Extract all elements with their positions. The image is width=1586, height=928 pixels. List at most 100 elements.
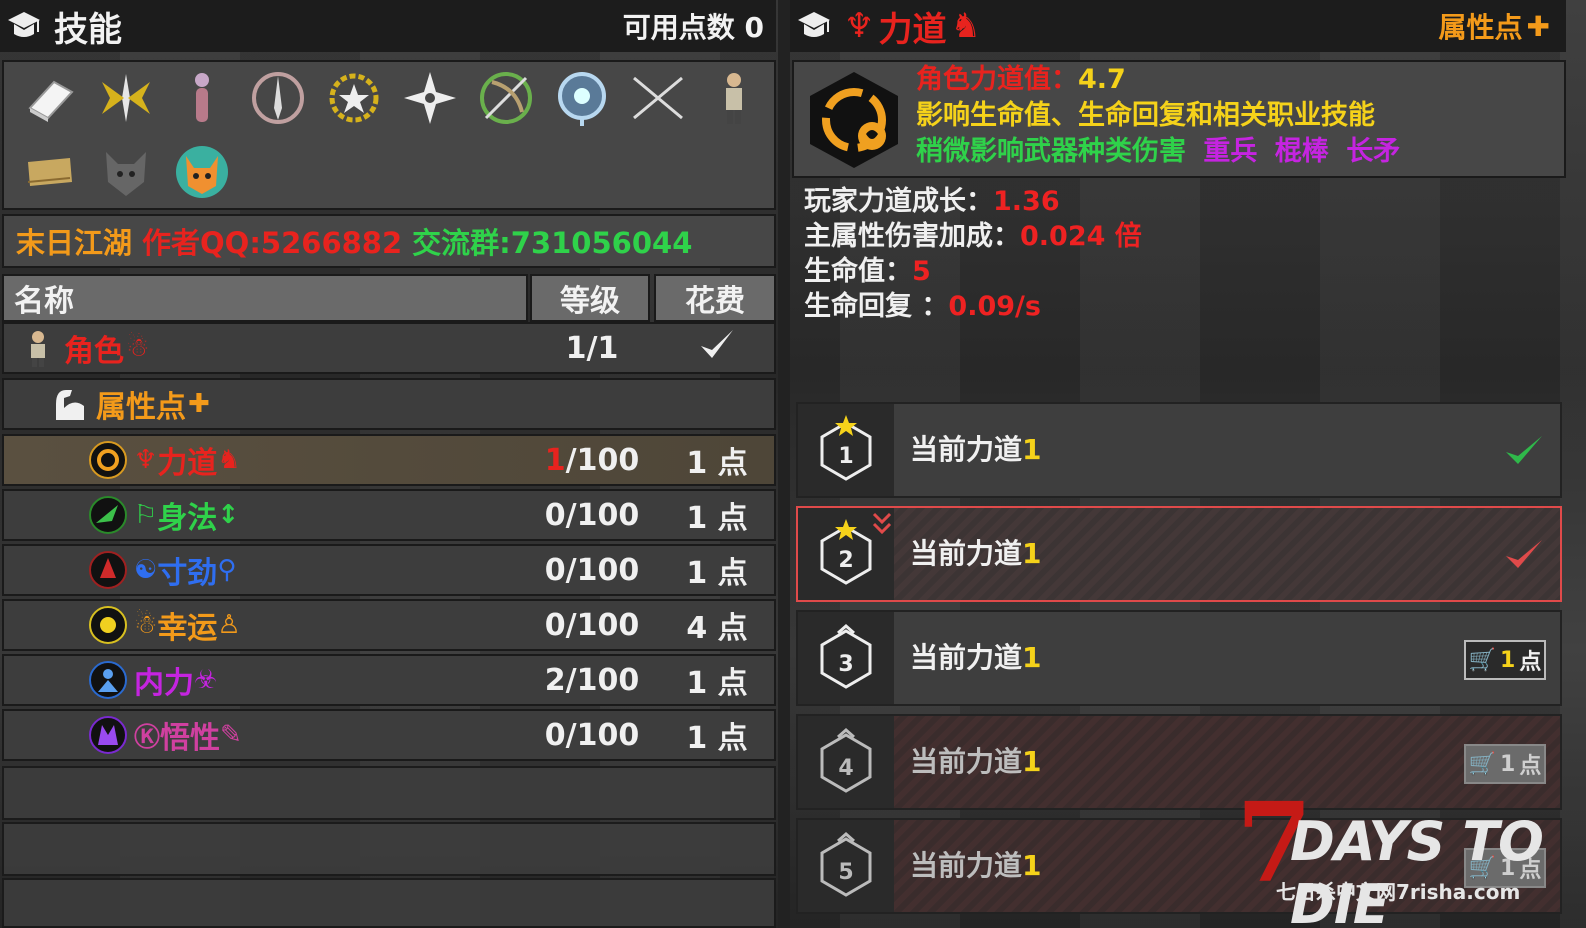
skill-row-agility[interactable]: ⚐ 身法 ↕ 0/100 1 点 xyxy=(2,489,776,541)
empty-row xyxy=(2,822,776,876)
skill-name: 力道 xyxy=(157,446,218,481)
book-icon[interactable] xyxy=(18,66,82,130)
stat-damage-bonus: 主属性伤害加成：0.024 倍 xyxy=(804,221,1142,252)
orb-icon[interactable] xyxy=(550,66,614,130)
pencil-icon: ✎ xyxy=(220,720,242,750)
globe-icon: ⚲ xyxy=(217,555,237,585)
meditate-icon: ♙ xyxy=(217,610,241,640)
strength-value-label: 角色力道值： xyxy=(916,64,1078,95)
crossed-bow-icon[interactable] xyxy=(474,66,538,130)
skill-cost: 4 点 xyxy=(686,611,748,646)
attribute-info-box: 角色力道值：4.7 影响生命值、生命回复和相关职业技能 稍微影响武器种类伤害 重… xyxy=(792,60,1566,178)
skill-row-insight[interactable]: Ⓚ 悟性 ✎ 0/100 1 点 xyxy=(2,709,776,761)
check-icon xyxy=(656,324,778,372)
role-row[interactable]: 角色 ☃ 1/1 xyxy=(2,322,776,374)
insight-icon xyxy=(89,716,127,754)
level-row-3[interactable]: 3 当前力道1 🛒 1 点 xyxy=(796,610,1562,706)
skill-row-luck[interactable]: ☃ 幸运 ♙ 0/100 4 点 xyxy=(2,599,776,651)
level-badge: 5 xyxy=(798,820,894,912)
weapon-effect-label: 稍微影响武器种类伤害 xyxy=(916,136,1186,167)
swirl-icon: ☣ xyxy=(194,665,218,695)
cart-icon: 🛒 xyxy=(1468,751,1497,777)
skill-level: 1/100 xyxy=(544,442,640,478)
yin-yang-icon: ☯ xyxy=(134,555,158,585)
cat-icon[interactable] xyxy=(170,140,234,204)
empty-row xyxy=(2,766,776,820)
attribute-points-label: 属性点 xyxy=(96,390,186,425)
level-row-1[interactable]: 1 当前力道1 xyxy=(796,402,1562,498)
skill-row-inner-power[interactable]: 内力 ☣ 2/100 1 点 xyxy=(2,654,776,706)
author-qq: 作者QQ:5266882 xyxy=(142,226,403,260)
skill-cost: 1 点 xyxy=(686,556,748,591)
crossed-blades-icon[interactable] xyxy=(626,66,690,130)
level-badge: 1 xyxy=(798,404,894,496)
skill-name: 悟性 xyxy=(160,721,221,756)
up-down-arrow-icon: ↕ xyxy=(217,500,240,530)
shuriken-icon[interactable] xyxy=(398,66,462,130)
flag-icon: ⚐ xyxy=(134,500,158,530)
svg-text:5: 5 xyxy=(838,860,853,885)
skill-category-bar xyxy=(2,60,776,210)
buy-button[interactable]: 🛒 1 点 xyxy=(1464,744,1546,784)
attribute-points-link[interactable]: 属性点 ✚ xyxy=(1439,6,1550,46)
double-chevron-down-icon xyxy=(872,512,892,535)
k-circle-icon: Ⓚ xyxy=(134,722,161,753)
attribute-detail-panel: ♆ 力道 ♞ 属性点 ✚ 角色力道值：4.7 影响生命值、生命回复和相关职业技能… xyxy=(790,0,1586,928)
weapon-club: 棍棒 xyxy=(1274,136,1329,167)
graduation-cap-icon xyxy=(794,6,834,46)
svg-text:1: 1 xyxy=(838,444,853,469)
caduceus-icon: ♆ xyxy=(844,6,875,46)
cart-icon: 🛒 xyxy=(1468,647,1497,673)
chess-knight-icon: ♞ xyxy=(217,445,241,475)
skill-row-force[interactable]: ☯ 寸劲 ⚲ 0/100 1 点 xyxy=(2,544,776,596)
agility-icon xyxy=(89,496,127,534)
skill-level: 0/100 xyxy=(544,717,640,753)
force-icon xyxy=(89,551,127,589)
strength-icon xyxy=(89,441,127,479)
luck-icon xyxy=(89,606,127,644)
survivor-icon xyxy=(31,331,45,367)
skills-panel: 技能 可用点数 0 末日江湖 作者QQ:5266882 交流群:73105604… xyxy=(0,0,780,928)
level-row-2[interactable]: 2 当前力道1 xyxy=(796,506,1562,602)
panel-divider xyxy=(778,0,790,928)
group-number: 交流群:731056044 xyxy=(412,226,693,260)
detail-header: ♆ 力道 ♞ 属性点 ✚ xyxy=(790,0,1566,52)
role-label: 角色 xyxy=(64,334,124,369)
stat-regen: 生命回复 ：0.09/s xyxy=(804,291,1041,322)
level-badge: 4 xyxy=(798,716,894,808)
plus-icon: ✚ xyxy=(188,389,210,419)
check-icon xyxy=(1506,436,1542,464)
doll-icon[interactable] xyxy=(170,66,234,130)
stats-list: 玩家力道成长：1.36 主属性伤害加成：0.024 倍 生命值：5 生命回复 ：… xyxy=(804,184,1142,324)
snowman-icon: ☃ xyxy=(126,333,150,363)
attribute-points-row[interactable]: 属性点 ✚ xyxy=(2,378,776,430)
empty-row xyxy=(2,878,776,928)
skill-cost: 1 点 xyxy=(686,721,748,756)
skill-row-strength[interactable]: ♆ 力道 ♞ 1/100 1 点 xyxy=(2,434,776,486)
skill-level: 0/100 xyxy=(544,497,640,533)
available-points: 可用点数 0 xyxy=(622,11,764,44)
stat-growth: 玩家力道成长：1.36 xyxy=(804,186,1060,217)
detail-title: ♆ 力道 ♞ xyxy=(844,2,981,51)
flexed-arm-icon xyxy=(56,390,84,420)
plus-icon: ✚ xyxy=(1526,9,1550,43)
badge-icon[interactable] xyxy=(322,66,386,130)
wolf-icon[interactable] xyxy=(94,140,158,204)
mod-name: 末日江湖 xyxy=(16,226,133,260)
role-level: 1/1 xyxy=(565,330,619,366)
buy-button[interactable]: 🛒 1 点 xyxy=(1464,640,1546,680)
7-days-to-die-logo: 7 DAYS TO DIE 七日杀中文网7risha.com xyxy=(1236,778,1544,928)
survivor-icon[interactable] xyxy=(702,66,766,130)
winged-sword-icon[interactable] xyxy=(94,66,158,130)
skills-header: 技能 可用点数 0 xyxy=(0,0,776,52)
strength-value: 4.7 xyxy=(1078,64,1126,95)
skill-name: 内力 xyxy=(134,666,194,701)
dagger-icon[interactable] xyxy=(246,66,310,130)
scroll-icon[interactable] xyxy=(18,140,82,204)
inner-power-icon xyxy=(89,661,127,699)
svg-text:2: 2 xyxy=(838,548,853,573)
snowman-icon: ☃ xyxy=(134,610,158,640)
skill-level: 0/100 xyxy=(544,552,640,588)
skill-level: 0/100 xyxy=(544,607,640,643)
effect-description: 影响生命值、生命回复和相关职业技能 xyxy=(916,100,1375,131)
